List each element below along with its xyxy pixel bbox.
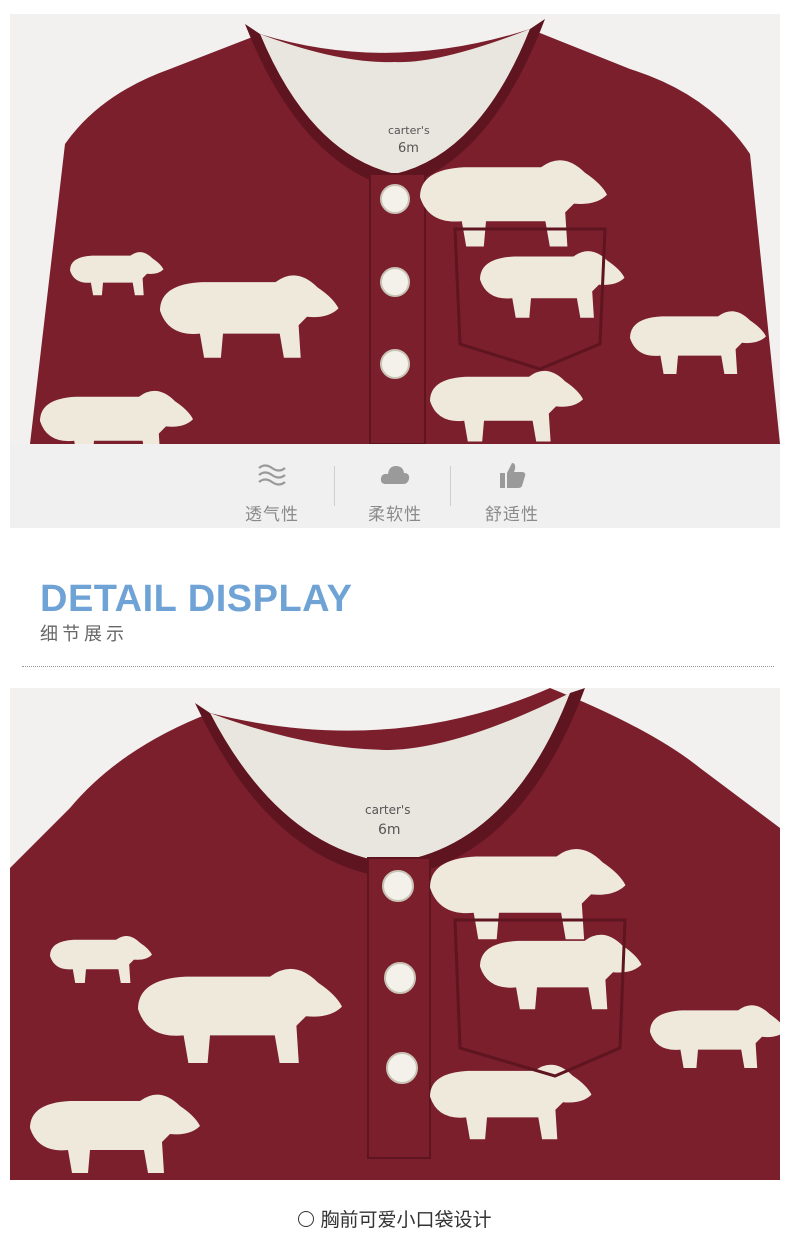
feature-comfortable: 舒适性 [452, 444, 572, 528]
circle-icon [298, 1211, 315, 1227]
garment-illustration: carter's 6m [10, 14, 780, 444]
product-photo-top: carter's 6m [10, 14, 780, 444]
feature-breathable: 透气性 [212, 444, 332, 528]
feature-label: 舒适性 [485, 505, 539, 525]
waves-icon [258, 464, 286, 486]
photo-caption: 胸前可爱小口袋设计 [0, 1205, 790, 1232]
product-photo-detail: carter's 6m [10, 688, 780, 1180]
neck-label-brand: carter's [388, 124, 430, 137]
dotted-divider [22, 666, 774, 667]
thumbs-up-icon [500, 463, 526, 488]
neck-label-size: 6m [398, 141, 419, 156]
placket [367, 857, 431, 1159]
cloud-icon [380, 466, 410, 484]
feature-soft: 柔软性 [335, 444, 455, 528]
feature-label: 透气性 [245, 505, 299, 525]
section-title: DETAIL DISPLAY [40, 578, 353, 620]
section-subtitle: 细节展示 [40, 624, 128, 645]
neck-label-brand: carter's [365, 803, 410, 817]
placket [369, 173, 426, 444]
caption-text: 胸前可爱小口袋设计 [320, 1209, 492, 1231]
garment-detail-illustration: carter's 6m [10, 688, 780, 1180]
feature-label: 柔软性 [368, 505, 422, 525]
features-bar: 透气性 柔软性 舒适性 [10, 444, 780, 528]
neck-label-size: 6m [378, 822, 401, 838]
divider [450, 466, 451, 506]
